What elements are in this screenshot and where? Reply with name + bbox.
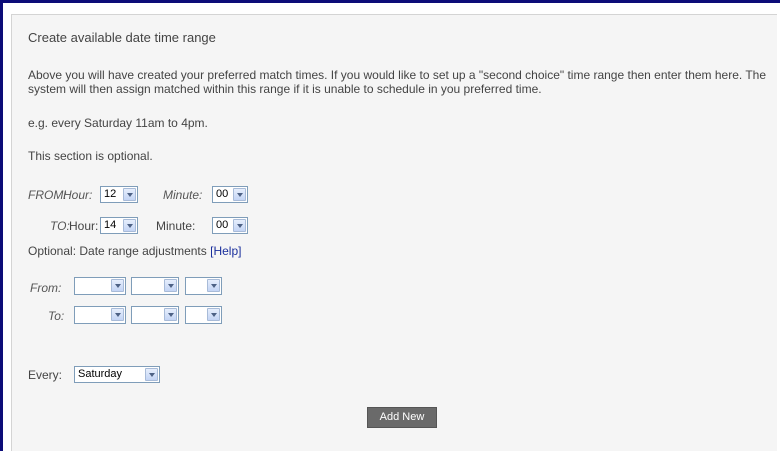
from-day-select[interactable] [74,277,126,295]
to-date-label: To: [48,309,65,323]
date-time-range-panel: Create available date time range Above y… [11,14,777,451]
date-range-label: Optional: Date range adjustments [Help] [28,244,241,258]
from-year-select[interactable] [185,277,222,295]
chevron-down-icon [233,188,246,201]
every-day-value: Saturday [78,368,123,380]
from-hour-label: Hour: [63,188,93,202]
from-minute-select[interactable]: 00 [212,186,248,203]
to-day-select[interactable] [74,306,126,324]
to-year-select[interactable] [185,306,222,324]
optional-note: This section is optional. [28,149,153,163]
from-date-label: From: [30,281,62,295]
chevron-down-icon [145,368,158,381]
to-minute-label: Minute: [156,219,196,233]
from-hour-select[interactable]: 12 [100,186,138,203]
help-link[interactable]: [Help] [210,244,241,258]
date-range-text: Optional: Date range adjustments [28,244,207,258]
to-time-label: TO: [50,219,70,233]
to-hour-label: Hour: [69,219,99,233]
add-new-button[interactable]: Add New [367,407,437,428]
to-minute-select[interactable]: 00 [212,217,248,234]
section-title: Create available date time range [28,30,216,45]
chevron-down-icon [207,279,220,292]
from-month-select[interactable] [131,277,179,295]
intro-text: Above you will have created your preferr… [28,68,767,96]
chevron-down-icon [233,219,246,232]
from-hour-value: 12 [104,188,117,200]
to-month-select[interactable] [131,306,179,324]
chevron-down-icon [207,308,220,321]
to-minute-value: 00 [216,219,229,231]
every-day-select[interactable]: Saturday [74,366,160,383]
to-hour-value: 14 [104,219,117,231]
from-minute-label: Minute: [163,188,203,202]
chevron-down-icon [164,279,177,292]
chevron-down-icon [111,279,124,292]
from-minute-value: 00 [216,188,229,200]
to-hour-select[interactable]: 14 [100,217,138,234]
example-text: e.g. every Saturday 11am to 4pm. [28,116,208,130]
chevron-down-icon [111,308,124,321]
from-time-label: FROM: [28,188,67,202]
chevron-down-icon [164,308,177,321]
chevron-down-icon [123,188,136,201]
chevron-down-icon [123,219,136,232]
every-label: Every: [28,368,63,382]
